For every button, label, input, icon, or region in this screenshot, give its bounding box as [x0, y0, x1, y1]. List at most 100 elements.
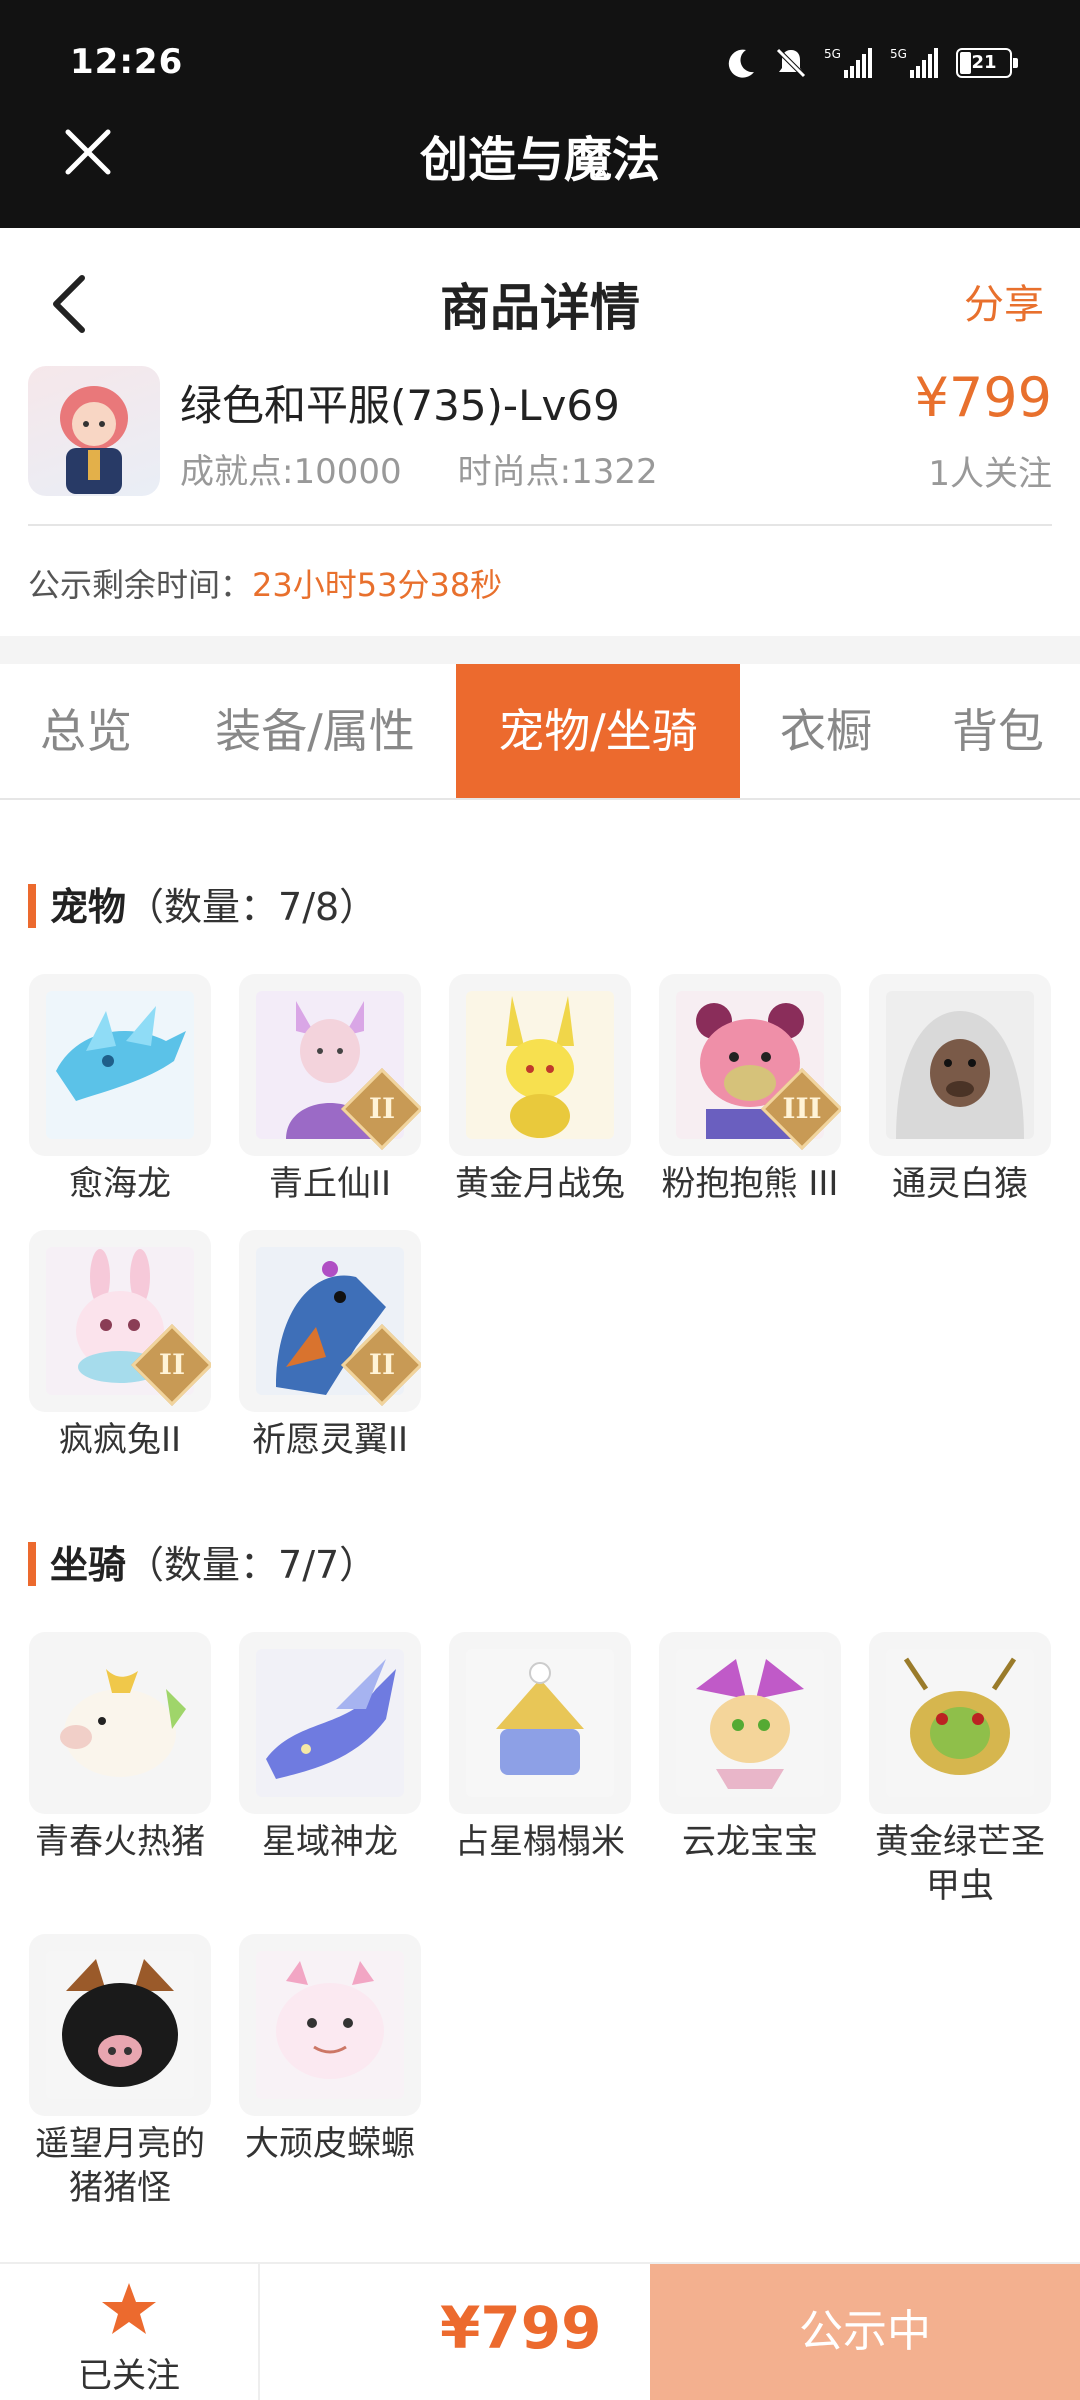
signal-icon: 5G	[824, 47, 872, 78]
mount-image	[29, 1934, 211, 2116]
notice-countdown: 23小时53分38秒	[252, 566, 503, 604]
mounts-title: 坐骑	[50, 1543, 127, 1587]
mounts-section-title: 坐骑（数量：7/7）	[28, 1534, 377, 1590]
pet-image: II	[239, 974, 421, 1156]
public-status-button[interactable]: 公示中	[650, 2264, 1080, 2400]
pet-card[interactable]: II 疯疯兔II	[28, 1230, 212, 1462]
tab-backpack[interactable]: 背包	[918, 664, 1078, 798]
section-marker	[28, 1541, 36, 1586]
pet-image: II	[29, 1230, 211, 1412]
pet-image	[869, 974, 1051, 1156]
mount-image	[29, 1632, 211, 1814]
app-bar: 创造与魔法	[0, 100, 1080, 228]
pet-card[interactable]: 愈海龙	[28, 974, 212, 1206]
mounts-count: （数量：7/7）	[126, 1543, 378, 1587]
mount-name: 星域神龙	[262, 1822, 398, 1862]
tab-wardrobe[interactable]: 衣橱	[752, 664, 900, 798]
follow-label: 已关注	[78, 2356, 180, 2396]
pet-card[interactable]: II 青丘仙II	[238, 974, 422, 1206]
cloud-dragon-icon	[676, 1649, 824, 1797]
pet-name: 粉抱抱熊 III	[661, 1164, 839, 1204]
mount-card[interactable]: 遥望月亮的猪猪怪	[28, 1934, 212, 2210]
mount-image	[239, 1632, 421, 1814]
tab-pets-mounts[interactable]: 宠物/坐骑	[456, 664, 740, 798]
mount-card[interactable]: 云龙宝宝	[658, 1632, 842, 1864]
tier-badge-label: III	[782, 1092, 822, 1125]
mount-image	[869, 1632, 1051, 1814]
share-button[interactable]: 分享	[964, 272, 1044, 330]
mount-image	[239, 1934, 421, 2116]
follow-button[interactable]: 已关注	[0, 2264, 260, 2400]
signal-icon: 5G	[890, 47, 938, 78]
tier-badge-label: II	[368, 1092, 396, 1125]
mount-card[interactable]: 占星榻榻米	[448, 1632, 632, 1864]
moon-pig-icon	[46, 1951, 194, 2099]
mount-name: 遥望月亮的猪猪怪	[35, 2124, 205, 2208]
product-summary: 绿色和平服(735)-Lv69 成就点:10000 时尚点:1322 ¥799 1…	[28, 366, 1052, 496]
astrology-tatami-icon	[466, 1649, 614, 1797]
golden-rabbit-icon	[466, 991, 614, 1139]
pet-name: 愈海龙	[69, 1164, 171, 1204]
product-name: 绿色和平服(735)-Lv69	[180, 381, 620, 430]
fashion-points: 时尚点:1322	[457, 452, 658, 492]
mount-name: 大顽皮蝾螈	[245, 2124, 415, 2164]
pet-card[interactable]: 黄金月战兔	[448, 974, 632, 1206]
golden-beetle-icon	[886, 1649, 1034, 1797]
pet-name: 通灵白猿	[892, 1164, 1028, 1204]
mount-name: 青春火热猪	[35, 1822, 205, 1862]
pets-section-title: 宠物（数量：7/8）	[28, 876, 377, 932]
svg-text:5G: 5G	[824, 47, 841, 61]
pet-name: 青丘仙II	[268, 1164, 392, 1204]
pet-image	[449, 974, 631, 1156]
product-price: ¥799	[914, 366, 1052, 429]
battery-level: 21	[971, 52, 997, 73]
status-icons: 5G 5G 21	[724, 46, 1018, 80]
mount-image	[659, 1632, 841, 1814]
pet-name: 祈愿灵翼II	[251, 1420, 409, 1460]
app-title: 创造与魔法	[419, 132, 660, 188]
moon-icon	[728, 49, 754, 78]
mount-name: 云龙宝宝	[682, 1822, 818, 1862]
section-gap	[0, 636, 1080, 664]
divider	[28, 524, 1052, 526]
pet-name: 疯疯兔II	[58, 1420, 182, 1460]
mount-name: 占星榻榻米	[455, 1822, 625, 1862]
tab-overview[interactable]: 总览	[0, 664, 172, 798]
pig-mount-icon	[46, 1649, 194, 1797]
tier-badge-label: II	[158, 1348, 186, 1381]
pet-card[interactable]: II 祈愿灵翼II	[238, 1230, 422, 1462]
mount-name: 黄金绿芒圣甲虫	[875, 1822, 1045, 1906]
tier-badge-label: II	[368, 1348, 396, 1381]
dragon-icon	[46, 991, 194, 1139]
pet-card[interactable]: 通灵白猿	[868, 974, 1052, 1206]
section-marker	[28, 883, 36, 928]
bottom-price: ¥799	[440, 2294, 602, 2362]
pet-image: III	[659, 974, 841, 1156]
status-time: 12:26	[70, 42, 184, 82]
mount-card[interactable]: 黄金绿芒圣甲虫	[868, 1632, 1052, 1908]
svg-text:5G: 5G	[890, 47, 907, 61]
achievement-points: 成就点:10000	[180, 452, 402, 492]
public-notice: 公示剩余时间：23小时53分38秒	[28, 560, 502, 606]
white-ape-icon	[886, 991, 1034, 1139]
follower-count: 1人关注	[928, 454, 1052, 494]
star-icon	[102, 2283, 156, 2334]
mount-card[interactable]: 星域神龙	[238, 1632, 422, 1864]
product-stats: 成就点:10000 时尚点:1322	[180, 444, 714, 493]
battery-icon: 21	[956, 48, 1018, 78]
tab-equipment[interactable]: 装备/属性	[190, 664, 440, 798]
pet-card[interactable]: III 粉抱抱熊 III	[658, 974, 842, 1206]
pet-image: II	[239, 1230, 421, 1412]
character-avatar	[28, 366, 160, 496]
pets-title: 宠物	[50, 885, 127, 929]
bottom-action-bar: 已关注 ¥799 公示中	[0, 2262, 1080, 2400]
pet-name: 黄金月战兔	[455, 1164, 625, 1204]
mount-card[interactable]: 青春火热猪	[28, 1632, 212, 1864]
mount-image	[449, 1632, 631, 1814]
bell-muted-icon	[776, 48, 806, 78]
axolotl-icon	[256, 1951, 404, 2099]
page-title: 商品详情	[440, 279, 640, 337]
page-header: 商品详情 分享	[0, 228, 1080, 368]
tab-bar: 总览 装备/属性 宠物/坐骑 衣橱 背包	[0, 664, 1080, 800]
mount-card[interactable]: 大顽皮蝾螈	[238, 1934, 422, 2166]
